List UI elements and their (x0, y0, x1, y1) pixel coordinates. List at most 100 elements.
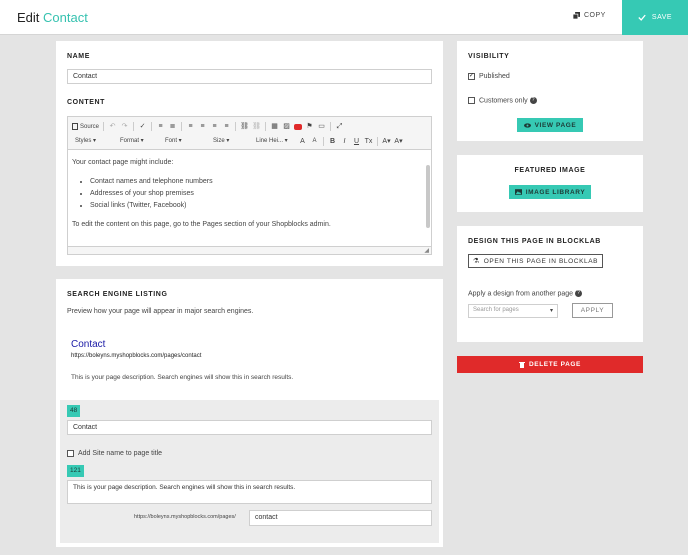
seo-edit-panel: 48 Contact Add Site name to page title 1… (60, 400, 439, 543)
page-search-placeholder: Search for pages (473, 307, 519, 313)
align-right-icon[interactable]: ≡ (210, 122, 219, 131)
desc-char-count: 121 (67, 465, 84, 477)
align-left-icon[interactable]: ≡ (186, 122, 195, 131)
seo-description: Preview how your page will appear in maj… (67, 308, 254, 315)
align-center-icon[interactable]: ≡ (198, 122, 207, 131)
content-intro: Your contact page might include: (72, 159, 174, 166)
preview-desc: This is your page description. Search en… (71, 374, 294, 381)
content-label: CONTENT (67, 99, 106, 106)
toolbar-separator (133, 122, 135, 131)
name-input[interactable]: Contact (67, 69, 432, 84)
add-site-name-label: Add Site name to page title (78, 450, 163, 457)
underline-icon[interactable]: U (352, 137, 361, 146)
text-color-icon[interactable]: A▾ (382, 137, 391, 146)
preview-title: Contact (71, 339, 106, 350)
delete-page-button[interactable]: DELETE PAGE (457, 356, 643, 373)
bold-icon[interactable]: B (328, 137, 337, 146)
content-list-item: Addresses of your shop premises (90, 190, 427, 197)
font-dropdown[interactable]: Font ▾ (162, 137, 207, 146)
save-label: SAVE (651, 14, 673, 21)
image-icon[interactable]: ▨ (282, 122, 291, 131)
copy-button[interactable]: COPY (573, 12, 606, 19)
open-blocklab-button[interactable]: ⚗ OPEN THIS PAGE IN BLOCKLAB (468, 254, 603, 268)
seo-card: SEARCH ENGINE LISTING Preview how your p… (56, 279, 443, 547)
preview-url: https://boleyns.myshopblocks.com/pages/c… (71, 353, 202, 359)
undo-icon[interactable]: ↶ (108, 122, 117, 131)
trash-icon (519, 362, 525, 368)
editor-scrollbar[interactable] (426, 165, 430, 228)
size-dropdown[interactable]: Size ▾ (210, 137, 250, 146)
image-library-button[interactable]: IMAGE LIBRARY (509, 185, 591, 199)
apply-label: APPLY (580, 307, 605, 314)
visibility-label: VISIBILITY (468, 53, 510, 60)
seo-description-textarea[interactable]: This is your page description. Search en… (67, 480, 432, 504)
source-icon (72, 123, 78, 130)
featured-image-card: FEATURED IMAGE IMAGE LIBRARY (457, 155, 643, 212)
toolbar-separator (103, 122, 105, 131)
format-dropdown[interactable]: Format ▾ (117, 137, 159, 146)
flag-icon[interactable]: ⚑ (305, 122, 314, 131)
bg-color-icon[interactable]: A▾ (394, 137, 403, 146)
editor-toolbar: Source ↶ ↷ ✓ ≡ ≣ ≡ ≡ ≡ ≡ ⛓ ⛓ ▦ ▨ ⚑ ▭ ⤢ S… (68, 117, 431, 150)
font-label: Font (165, 138, 178, 144)
bulleted-list-icon[interactable]: ≣ (168, 122, 177, 131)
url-slug-input[interactable]: contact (249, 510, 432, 526)
unlink-icon[interactable]: ⛓ (252, 122, 261, 131)
copy-label: COPY (584, 12, 606, 19)
numbered-list-icon[interactable]: ≡ (156, 122, 165, 131)
maximize-icon[interactable]: ⤢ (335, 122, 344, 131)
spellcheck-icon[interactable]: ✓ (138, 122, 147, 131)
check-icon (638, 14, 646, 21)
seo-title-input[interactable]: Contact (67, 420, 432, 435)
url-prefix: https://boleyns.myshopblocks.com/pages/ (134, 514, 236, 520)
youtube-icon[interactable] (294, 123, 303, 130)
video-icon[interactable]: ▭ (317, 122, 326, 131)
name-label: NAME (67, 53, 91, 60)
delete-page-label: DELETE PAGE (529, 361, 581, 368)
italic-icon[interactable]: I (340, 137, 349, 146)
styles-dropdown[interactable]: Styles ▾ (72, 137, 114, 146)
increase-font-icon[interactable]: A (298, 137, 307, 146)
visibility-card: VISIBILITY ✓ Published Customers only ? … (457, 41, 643, 141)
toolbar-separator (330, 122, 332, 131)
help-icon[interactable]: ? (529, 97, 537, 104)
title-char-count: 48 (67, 405, 81, 417)
image-library-label: IMAGE LIBRARY (525, 188, 586, 196)
toolbar-separator (151, 122, 153, 131)
published-checkbox[interactable]: ✓ (468, 73, 475, 80)
format-label: Format (120, 138, 140, 144)
redo-icon[interactable]: ↷ (120, 122, 129, 131)
resize-handle-icon[interactable]: ◢ (424, 247, 429, 254)
customers-only-checkbox[interactable] (468, 97, 475, 104)
source-button[interactable]: Source (72, 123, 99, 130)
help-icon[interactable]: ? (575, 290, 583, 297)
blocklab-icon: ⚗ (472, 258, 480, 265)
toolbar-separator (235, 122, 237, 131)
editor-body[interactable]: Your contact page might include: Contact… (68, 150, 431, 228)
link-icon[interactable]: ⛓ (240, 122, 249, 131)
apply-design-text: Apply a design from another page (468, 290, 574, 298)
line-height-dropdown[interactable]: Line Hei... ▾ (253, 137, 295, 146)
table-icon[interactable]: ▦ (270, 122, 279, 131)
featured-image-label: FEATURED IMAGE (514, 167, 586, 174)
view-page-button[interactable]: VIEW PAGE (517, 118, 583, 132)
blocklab-card: DESIGN THIS PAGE IN BLOCKLAB ⚗ OPEN THIS… (457, 226, 643, 342)
page-search-select[interactable]: Search for pages ▾ (468, 304, 558, 318)
top-bar: Edit Contact COPY SAVE (0, 0, 688, 35)
apply-button[interactable]: APPLY (572, 303, 613, 318)
save-button[interactable]: SAVE (622, 0, 688, 35)
content-editor[interactable]: Source ↶ ↷ ✓ ≡ ≣ ≡ ≡ ≡ ≡ ⛓ ⛓ ▦ ▨ ⚑ ▭ ⤢ S… (67, 116, 432, 255)
chevron-down-icon: ▾ (549, 308, 553, 314)
page-title-name: Contact (43, 10, 88, 25)
copy-icon (573, 12, 580, 19)
content-list-item: Social links (Twitter, Facebook) (90, 202, 427, 209)
align-justify-icon[interactable]: ≡ (222, 122, 231, 131)
apply-design-row: Apply a design from another page ? (468, 290, 583, 298)
toolbar-separator (323, 137, 324, 146)
decrease-font-icon[interactable]: A (310, 137, 319, 146)
size-label: Size (213, 138, 225, 144)
toolbar-separator (377, 137, 378, 146)
add-site-name-checkbox[interactable] (67, 450, 74, 457)
clear-format-icon[interactable]: Tx (364, 137, 373, 146)
content-list: Contact names and telephone numbers Addr… (90, 178, 427, 209)
